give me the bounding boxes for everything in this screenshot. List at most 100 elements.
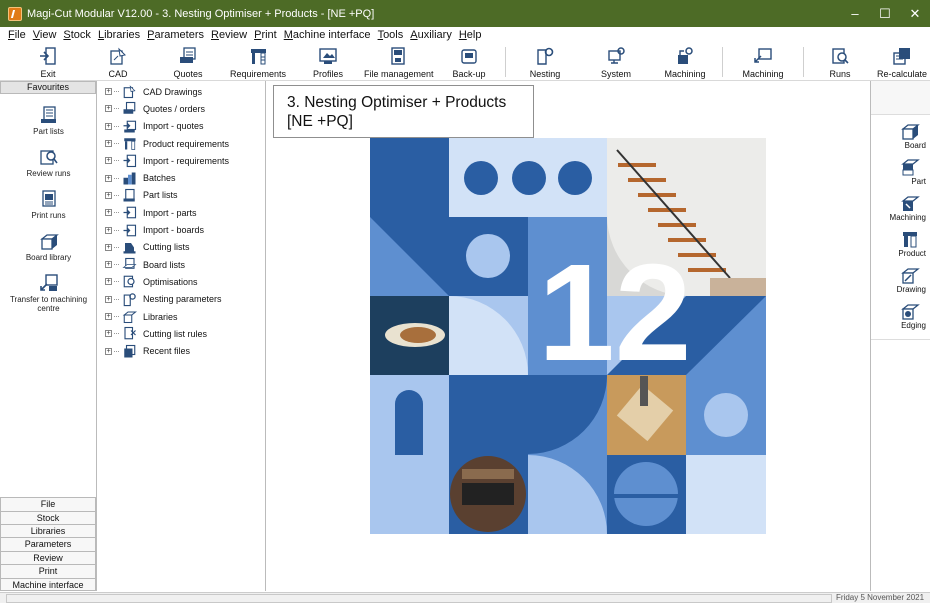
product-icon [903, 232, 917, 248]
expand-icon[interactable]: + [105, 88, 112, 96]
window-title: Magi-Cut Modular V12.00 - 3. Nesting Opt… [27, 7, 375, 20]
quotes-icon [180, 47, 196, 63]
menu-view[interactable]: View [33, 29, 57, 41]
toolbar-profiles-button[interactable]: Profiles [300, 43, 356, 81]
right-edging-button[interactable]: Edging [871, 301, 930, 337]
right-panel-header [871, 81, 930, 115]
close-button[interactable]: ✕ [900, 0, 930, 27]
toolbar-backup-button[interactable]: Back-up [441, 43, 497, 81]
category-machine-interface-button[interactable]: Machine interface [0, 577, 96, 591]
right-product-button[interactable]: Product [871, 229, 930, 265]
tree-item-import-quotes[interactable]: + Import - quotes [98, 118, 265, 135]
toolbar-file-management-button[interactable]: File management [364, 43, 434, 81]
expand-icon[interactable]: + [105, 330, 112, 338]
tree-item-part-lists[interactable]: + Part lists [98, 187, 265, 204]
toolbar-recalculate-button[interactable]: Re-calculate [874, 43, 930, 81]
tree-item-cutting-list-rules[interactable]: + Cutting list rules [98, 325, 265, 342]
expand-icon[interactable]: + [105, 347, 112, 355]
toolbar-requirements-button[interactable]: Requirements [229, 43, 287, 81]
menu-help[interactable]: Help [459, 29, 482, 41]
toolbar-quotes-button[interactable]: Quotes [160, 43, 216, 81]
right-drawing-button[interactable]: Drawing [871, 265, 930, 301]
expand-icon[interactable]: + [105, 157, 112, 165]
app-logo-icon [8, 6, 22, 21]
menu-print[interactable]: Print [254, 29, 277, 41]
cad-icon [110, 47, 127, 65]
expand-icon[interactable]: + [105, 243, 112, 251]
tree-item-board-lists[interactable]: + Board lists [98, 256, 265, 273]
category-print-button[interactable]: Print [0, 564, 96, 578]
favourite-board-library[interactable]: Board library [0, 229, 97, 262]
toolbar-machining-2-button[interactable]: Machining [735, 43, 791, 81]
tree-item-nesting-parameters[interactable]: + Nesting parameters [98, 291, 265, 308]
expand-icon[interactable]: + [105, 295, 112, 303]
menu-review[interactable]: Review [211, 29, 247, 41]
expand-icon[interactable]: + [105, 261, 112, 269]
expand-icon[interactable]: + [105, 105, 112, 113]
nesting-parameters-icon [123, 292, 136, 306]
tree-item-import-requirements[interactable]: + Import - requirements [98, 152, 265, 169]
file-management-icon [391, 47, 405, 65]
menu-parameters[interactable]: Parameters [147, 29, 204, 41]
profiles-icon [319, 48, 337, 64]
expand-icon[interactable]: + [105, 313, 112, 320]
drawing-icon [901, 268, 920, 284]
expand-icon[interactable]: + [105, 140, 112, 148]
tree-item-optimisations[interactable]: + Optimisations [98, 273, 265, 290]
toolbar-runs-button[interactable]: Runs [812, 43, 868, 81]
category-libraries-button[interactable]: Libraries [0, 524, 96, 538]
menu-file[interactable]: File [8, 29, 26, 41]
tree-item-batches[interactable]: + Batches [98, 169, 265, 186]
menu-tools[interactable]: Tools [378, 29, 404, 41]
expand-icon[interactable]: + [105, 174, 112, 182]
splash-number: 12 [538, 236, 692, 390]
favourite-print-runs[interactable]: Print runs [0, 187, 97, 220]
expand-icon[interactable]: + [105, 278, 112, 286]
tree-item-cad-drawings[interactable]: + CAD Drawings [98, 83, 265, 100]
favourites-header[interactable]: Favourites [0, 81, 96, 94]
tree-item-import-boards[interactable]: + Import - boards [98, 221, 265, 238]
favourites-panel: Favourites Part lists Review runs Print … [0, 81, 97, 591]
toolbar-exit-button[interactable]: Exit [20, 43, 76, 81]
menu-libraries[interactable]: Libraries [98, 29, 140, 41]
toolbar-machining-button[interactable]: Machining [657, 43, 713, 81]
category-parameters-button[interactable]: Parameters [0, 537, 96, 551]
category-review-button[interactable]: Review [0, 550, 96, 565]
document-title: 3. Nesting Optimiser + Products [NE +PQ] [273, 85, 534, 138]
tree-item-recent-files[interactable]: + Recent files [98, 342, 265, 359]
tree-item-cutting-lists[interactable]: + Cutting lists [98, 239, 265, 256]
right-machining-button[interactable]: Machining [871, 193, 930, 229]
toolbar-system-button[interactable]: System [588, 43, 644, 81]
product-requirements-icon [124, 138, 136, 150]
part-icon [901, 159, 920, 176]
right-part-button[interactable]: Part [871, 157, 930, 193]
optimisations-icon [123, 276, 135, 288]
right-board-button[interactable]: Board [871, 121, 930, 157]
maximize-button[interactable]: ☐ [870, 0, 900, 27]
toolbar-nesting-button[interactable]: Nesting [517, 43, 573, 81]
expand-icon[interactable]: + [105, 226, 112, 234]
menu-stock[interactable]: Stock [63, 29, 91, 41]
category-file-button[interactable]: File [0, 497, 96, 511]
favourite-transfer-to-machining[interactable]: Transfer to machining centre [0, 271, 97, 313]
toolbar-cad-button[interactable]: CAD [90, 43, 146, 81]
tree-item-quotes-orders[interactable]: + Quotes / orders [98, 100, 265, 117]
tree-item-product-requirements[interactable]: + Product requirements [98, 135, 265, 152]
batches-icon [123, 172, 136, 185]
menu-machine-interface[interactable]: Machine interface [284, 29, 371, 41]
tree-item-libraries[interactable]: + Libraries [98, 308, 265, 325]
expand-icon[interactable]: + [105, 209, 112, 217]
category-stock-button[interactable]: Stock [0, 510, 96, 525]
status-date: Friday 5 November 2021 [836, 593, 925, 602]
favourite-review-runs[interactable]: Review runs [0, 145, 97, 178]
expand-icon[interactable]: + [105, 122, 112, 130]
status-bar: Friday 5 November 2021 [0, 592, 930, 603]
favourite-part-lists[interactable]: Part lists [0, 103, 97, 136]
tree-item-import-parts[interactable]: + Import - parts [98, 204, 265, 221]
status-message-cell [6, 594, 832, 603]
expand-icon[interactable]: + [105, 191, 112, 199]
menu-auxiliary[interactable]: Auxiliary [410, 29, 452, 41]
import-quotes-icon [123, 120, 137, 133]
machining-icon [754, 48, 772, 63]
minimize-button[interactable]: – [840, 0, 870, 27]
